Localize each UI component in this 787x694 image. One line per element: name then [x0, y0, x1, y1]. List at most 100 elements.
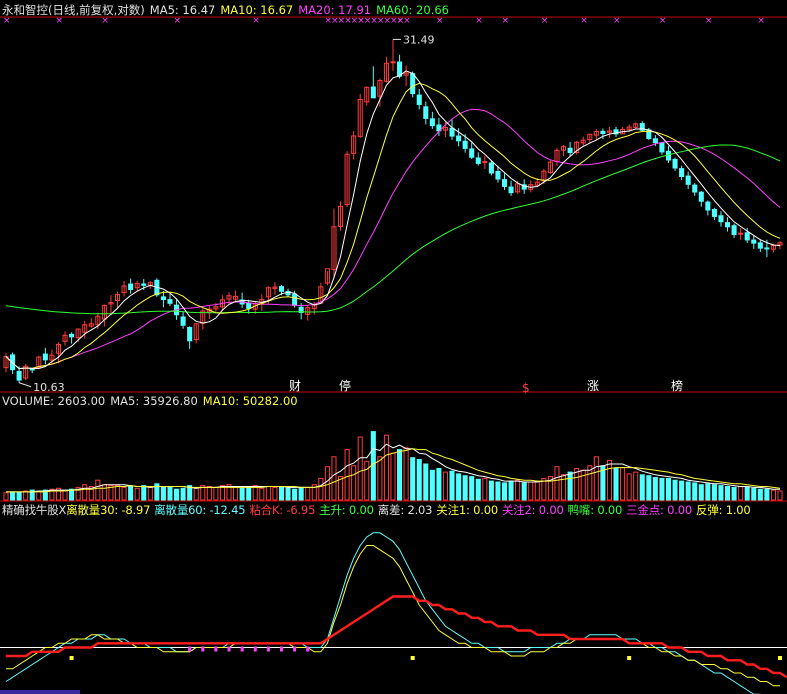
volume-bar [698, 484, 704, 501]
candle-body [751, 239, 757, 244]
candle-body [128, 283, 134, 290]
ma5-line [5, 70, 781, 370]
candle-body [501, 179, 508, 187]
signal-dot [627, 656, 632, 660]
indicator-l7: 关注2: 0.00 [501, 503, 564, 517]
volume-bar [265, 486, 271, 501]
ma10-line [5, 82, 781, 370]
volume-bar [436, 468, 442, 501]
volume-bar [298, 486, 304, 501]
candle-body [764, 247, 770, 250]
indicator-l10: 反弹: 1.00 [695, 503, 751, 517]
volume-bar [193, 487, 199, 501]
volume-bar [508, 480, 514, 501]
volume-bar [482, 477, 488, 501]
candle-body [738, 232, 744, 235]
volume-bar [403, 447, 409, 501]
volume-bar [429, 469, 435, 501]
volume-bar [738, 486, 744, 501]
volume-ma10-readout: MA10: 50282.00 [202, 394, 298, 408]
candle-body [423, 106, 429, 119]
volume-bar [639, 474, 645, 501]
volume-bar [390, 452, 396, 501]
candle-body [685, 175, 691, 185]
series-l60-line [5, 532, 761, 694]
signal-mark: × [502, 16, 510, 26]
signal-stub [266, 646, 270, 652]
indicator-l1: 离散量30: -8.97 [66, 503, 151, 517]
scrollbar-strip [0, 690, 80, 694]
volume-bar [757, 488, 763, 501]
indicator-name[interactable]: 精确找牛股X [2, 503, 66, 517]
volume-bar [377, 456, 383, 501]
candle-body [698, 191, 704, 202]
volume-bar [101, 484, 107, 501]
candle-body [16, 370, 22, 381]
volume-bar [121, 486, 127, 501]
volume-bar [213, 486, 219, 501]
indicator-panel[interactable] [0, 532, 787, 694]
candle-body [187, 327, 193, 342]
candle-body [567, 147, 573, 153]
candle-body [246, 302, 252, 309]
volume-bar [633, 471, 639, 501]
signal-stub [214, 646, 218, 652]
signal-stub [293, 646, 297, 652]
ma10-readout: MA10: 16.67 [220, 3, 294, 17]
marker-dollar[interactable]: $ [522, 381, 530, 395]
volume-bar [580, 469, 586, 501]
candle-body [488, 162, 494, 174]
volume-bar [718, 485, 724, 501]
volume-bar [233, 486, 239, 501]
marker-cai[interactable]: 财 [289, 379, 301, 393]
series-l30-line [6, 545, 780, 687]
signal-mark: × [705, 16, 713, 26]
volume-bar [692, 482, 698, 501]
candle-body [180, 316, 186, 326]
volume-bar [469, 476, 475, 501]
price-panel[interactable]: × × × × × × × × × × × × × × × × ×× × × × × × × × × × × × [3, 16, 783, 388]
candle-body [292, 293, 298, 306]
stock-chart: × × × × × × × × × × × × × × × × ×× × × × × × × × × × × × 财 停 $ 涨 榜 … [0, 16, 787, 694]
volume-bar [613, 468, 619, 501]
volume-bar [62, 489, 68, 501]
candle-body [469, 148, 475, 158]
indicator-l5: 离差: 2.03 [377, 503, 433, 517]
candle-body [475, 157, 481, 164]
volume-bar [534, 480, 540, 501]
candle-body [370, 86, 376, 99]
ma5-readout: MA5: 16.47 [149, 3, 216, 17]
volume-bar [711, 484, 717, 501]
volume-bar [344, 449, 350, 501]
volume-bar [764, 488, 770, 501]
marker-zhang[interactable]: 涨 [587, 378, 599, 393]
signal-stub [306, 646, 310, 652]
signal-stub [279, 646, 283, 652]
volume-bar [652, 477, 658, 501]
volume-bar [705, 483, 711, 501]
candle-body [42, 353, 48, 361]
candle-body [456, 135, 462, 142]
volume-bar [626, 473, 632, 501]
marker-ting[interactable]: 停 [339, 378, 351, 393]
signal-mark: × [580, 16, 588, 26]
signal-stub [188, 646, 192, 652]
candle-body [652, 138, 658, 144]
stock-title[interactable]: 永和智控(日线,前复权,对数) [2, 3, 145, 17]
volume-bar [114, 485, 121, 501]
volume-bar [501, 482, 508, 501]
marker-bang[interactable]: 榜 [671, 378, 683, 393]
volume-bar [239, 487, 245, 501]
volume-bar [567, 471, 573, 501]
volume-bar [475, 478, 481, 501]
volume-bar [442, 471, 449, 501]
volume-bar [167, 486, 173, 501]
candle-body [429, 118, 435, 127]
volume-readout[interactable]: VOLUME: 2603.00 [2, 394, 105, 408]
signal-dot [410, 656, 415, 660]
candle-body [711, 209, 717, 217]
volume-bar [777, 490, 783, 501]
volume-bar [731, 486, 737, 501]
volume-bar [278, 486, 285, 501]
volume-panel[interactable] [3, 431, 783, 501]
